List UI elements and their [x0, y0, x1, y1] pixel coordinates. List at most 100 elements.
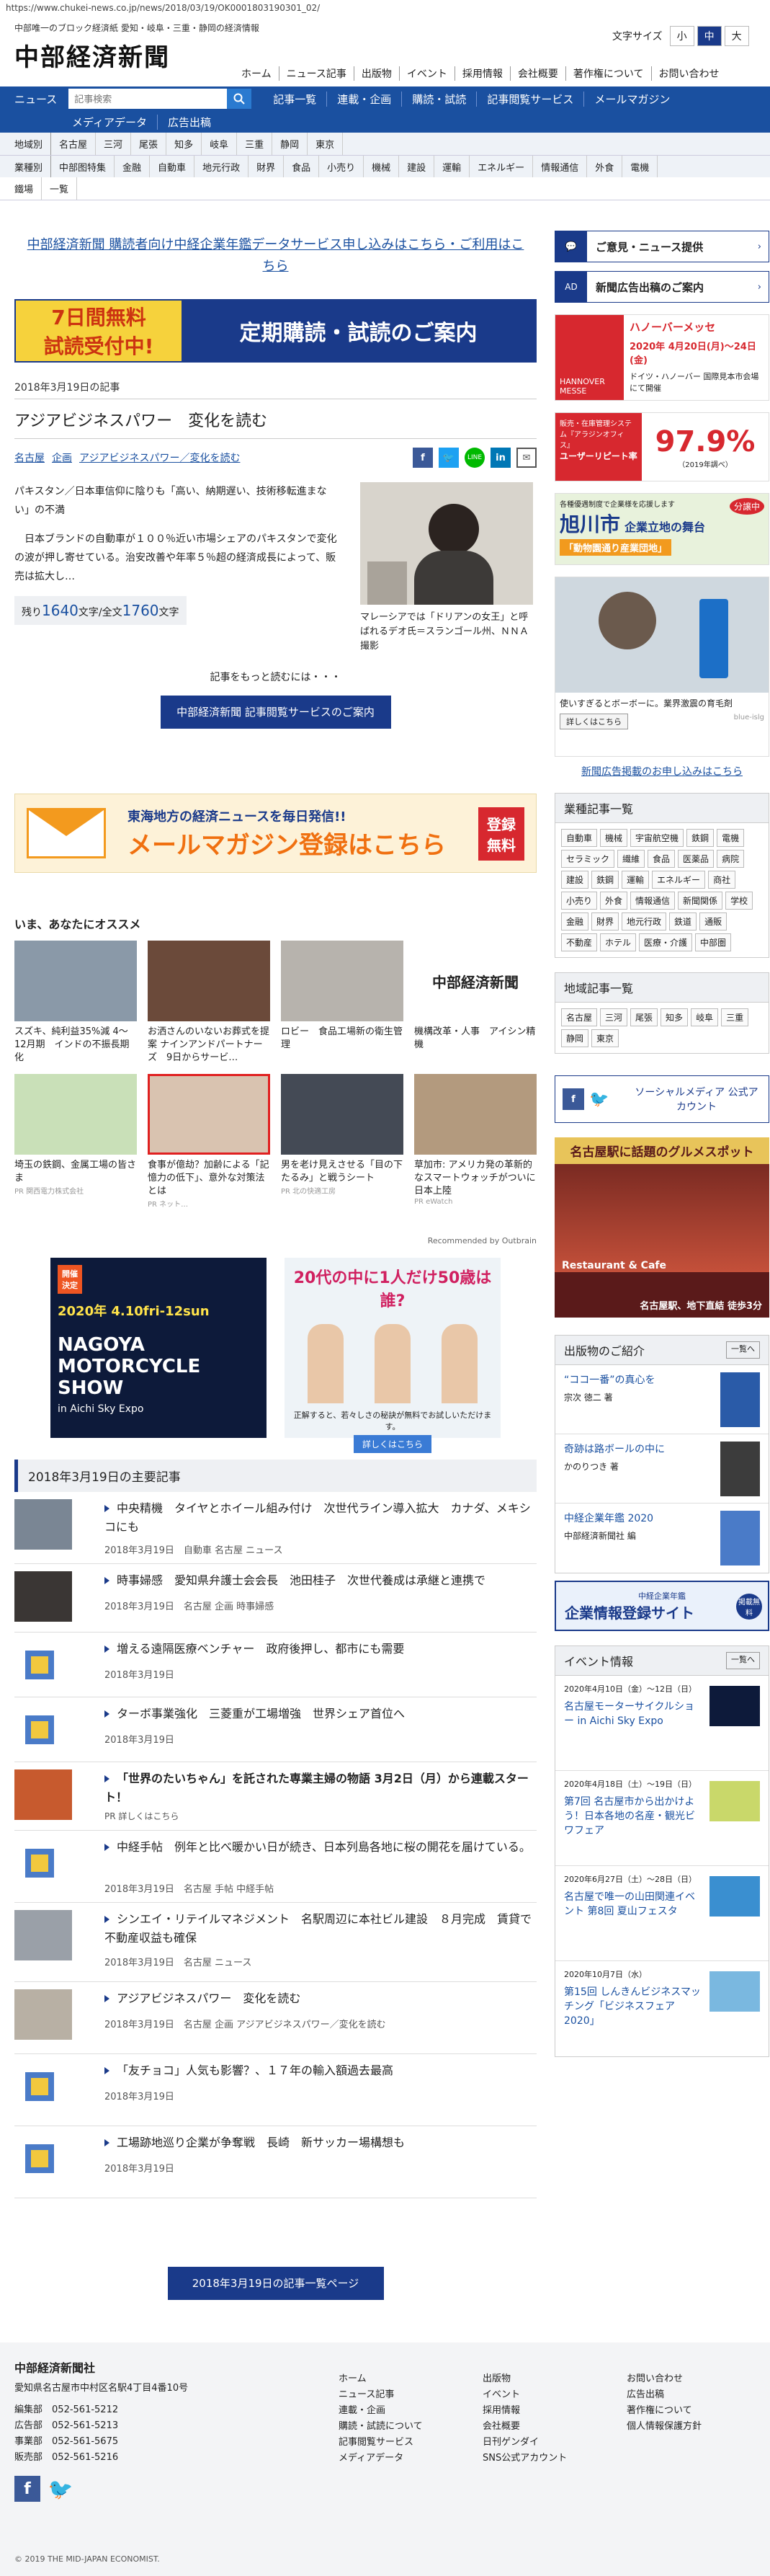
footer-link[interactable]: イベント	[483, 2387, 567, 2403]
region-item[interactable]: 知多	[166, 133, 202, 155]
daily-list-button[interactable]: 2018年3月19日の記事一覧ページ	[167, 2267, 384, 2300]
line-icon[interactable]: LINE	[465, 448, 485, 468]
recommend-item[interactable]: 男を老け見えさせる「目の下たるみ」と戦うシート PR 北の快適工房	[281, 1074, 403, 1196]
recommend-item[interactable]: 埼玉の鉄鋼、金属工場の皆さま PR 関西電力株式会社	[14, 1074, 137, 1196]
font-size-large[interactable]: 大	[724, 26, 749, 46]
news-row[interactable]: 「友チョコ」人気も影響？、１７年の輸入額過去最高 2018年3月19日	[14, 2054, 537, 2126]
industry-chip[interactable]: 電機	[717, 829, 745, 847]
recommend-item[interactable]: 食事が億劫？加齢による「記憶力の低下」、意外な対策法とは PR ネット…	[148, 1074, 270, 1209]
region-chip[interactable]: 東京	[591, 1029, 619, 1047]
region-chip[interactable]: 静岡	[561, 1029, 589, 1047]
mail-icon[interactable]: ✉	[516, 448, 537, 468]
socks-ad[interactable]: 20代の中に1人だけ50歳は誰? 正解すると、若々しさの秘訣が無料でお試しいただ…	[285, 1258, 501, 1453]
opinion-link[interactable]: 💬 ご意見・ニュース提供 ›	[555, 231, 769, 262]
footer-link[interactable]: ニュース記事	[339, 2387, 423, 2403]
news-row[interactable]: シンエイ・リテイルマネジメント 名駅周辺に本社ビル建設 ８月完成 賃貸で不動産収…	[14, 1903, 537, 1982]
industry-chip[interactable]: 商社	[708, 871, 736, 889]
industry-chip[interactable]: 鉄鋼	[591, 871, 619, 889]
footer-link[interactable]: 日刊ゲンダイ	[483, 2435, 567, 2451]
industry-item[interactable]: 建設	[399, 156, 435, 178]
footer-link[interactable]: SNS公式アカウント	[483, 2451, 567, 2466]
footer-link[interactable]: お問い合わせ	[627, 2371, 702, 2387]
hair-ad[interactable]: 使いすぎるとボーボーに。業界激震の育毛剤 詳しくはこちら blue-islg	[555, 577, 769, 757]
industry-chip[interactable]: 機械	[600, 829, 628, 847]
recommend-item[interactable]: お洒さんのいないお葬式を提案 ナインアンドパートナーズ 9日からサービ…	[148, 941, 270, 1065]
region-item[interactable]: 岐阜	[202, 133, 238, 155]
region-item[interactable]: 静岡	[272, 133, 308, 155]
news-label[interactable]: ニュース	[14, 92, 57, 107]
footer-link[interactable]: 採用情報	[483, 2403, 567, 2419]
industry-chip[interactable]: 中部圏	[695, 933, 732, 951]
bar-item-media-data[interactable]: メディアデータ	[62, 114, 158, 130]
event-item[interactable]: 2020年4月18日（土）～19日（日） 第7回 名古屋市から出かけよう！日本各…	[555, 1771, 769, 1866]
industry-item[interactable]: 情報通信	[533, 156, 588, 178]
industry-item[interactable]: 財界	[249, 156, 285, 178]
news-row[interactable]: 工場跡地巡り企業が争奪戦 長崎 新サッカー場構想も 2018年3月19日	[14, 2126, 537, 2198]
recommend-item[interactable]: 草加市: アメリカ発の革新的なスマートウォッチがついに日本上陸 PR eWatc…	[414, 1074, 537, 1206]
industry-chip[interactable]: エネルギー	[652, 871, 706, 889]
industry-chip[interactable]: 病院	[717, 850, 745, 868]
region-chip[interactable]: 尾張	[630, 1008, 658, 1026]
linkedin-icon[interactable]: in	[491, 448, 511, 468]
bar-item-subscribe[interactable]: 購読・試読	[402, 91, 478, 107]
industry-chip[interactable]: 鉄鋼	[686, 829, 715, 847]
gourmet-ad[interactable]: 名古屋駅に話題のグルメスポット Restaurant & Cafe 名古屋駅、地…	[555, 1137, 769, 1318]
industry-item[interactable]: 小売り	[319, 156, 364, 178]
industry-item[interactable]: 食品	[284, 156, 320, 178]
industry-chip[interactable]: 小売り	[561, 892, 598, 910]
industry-chip[interactable]: 金融	[561, 912, 589, 931]
company-info-site-banner[interactable]: 中経企業年鑑 企業情報登録サイト 掲載無料	[555, 1581, 769, 1631]
industry-chip[interactable]: 建設	[561, 871, 589, 889]
bar-item-mail-magazine[interactable]: メールマガジン	[584, 92, 680, 107]
article-service-button[interactable]: 中部経済新聞 記事閲覧サービスのご案内	[160, 696, 391, 729]
social-accounts[interactable]: f 🐦 ソーシャルメディア 公式アカウント	[555, 1075, 769, 1123]
region-item[interactable]: 名古屋	[51, 133, 97, 155]
industry-item[interactable]: 電機	[622, 156, 658, 178]
footer-link[interactable]: 購読・試読について	[339, 2419, 423, 2435]
footer-link[interactable]: 広告出稿	[627, 2387, 702, 2403]
industry-chip[interactable]: セラミック	[561, 850, 615, 868]
industry-item[interactable]: 機械	[364, 156, 400, 178]
bar-item-article-list[interactable]: 記事一覧	[263, 91, 328, 107]
news-row[interactable]: 中央精機 タイヤとホイール組み付け 次世代ライン導入拡大 カナダ、メキシコにも …	[14, 1492, 537, 1564]
nav-company[interactable]: 会社概要	[511, 66, 566, 81]
subscription-banner[interactable]: 7日間無料 試読受付中! 定期購読・試読のご案内	[14, 299, 537, 363]
footer-link[interactable]: ホーム	[339, 2371, 423, 2387]
industry-chip[interactable]: 情報通信	[630, 892, 676, 910]
mail-magazine-banner[interactable]: 東海地方の経済ニュースを毎日発信!! メールマガジン登録はこちら 登録 無料	[14, 794, 537, 873]
news-row[interactable]: 時事婦感 愛知県弁護士会会長 池田桂子 次世代養成は承継と連携で 2018年3月…	[14, 1564, 537, 1633]
industry-item[interactable]: 外食	[587, 156, 623, 178]
industry-chip[interactable]: 鉄道	[669, 912, 697, 931]
url-bar[interactable]: https://www.chukei-news.co.jp/news/2018/…	[0, 0, 770, 17]
news-row[interactable]: 増える遠隔医療ベンチャー 政府後押し、都市にも需要 2018年3月19日	[14, 1633, 537, 1697]
publication-item[interactable]: 奇跡は路ボールの中に かのりつき 著	[555, 1434, 769, 1504]
twitter-icon[interactable]: 🐦	[439, 448, 459, 468]
industry-chip[interactable]: 新聞関係	[678, 892, 723, 910]
publication-item[interactable]: “ココ一番”の真心を 宗次 徳二 著	[555, 1365, 769, 1434]
industry-item[interactable]: 鐵場	[0, 177, 42, 200]
region-item[interactable]: 三河	[96, 133, 132, 155]
facebook-icon[interactable]: f	[14, 2476, 40, 2502]
event-item[interactable]: 2020年10月7日（水） 第15回 しんきんビジネスマッチング「ビジネスフェア…	[555, 1961, 769, 2056]
footer-link[interactable]: 記事閲覧サービス	[339, 2435, 423, 2451]
news-row[interactable]: アジアビジネスパワー 変化を読む 2018年3月19日 名古屋 企画 アジアビジ…	[14, 1982, 537, 2054]
nav-publications[interactable]: 出版物	[354, 66, 400, 81]
nav-contact[interactable]: お問い合わせ	[652, 66, 727, 81]
nav-recruit[interactable]: 採用情報	[455, 66, 511, 81]
industry-chip[interactable]: 繊維	[617, 850, 645, 868]
footer-link[interactable]: 著作権について	[627, 2403, 702, 2419]
region-chip[interactable]: 三河	[600, 1008, 628, 1026]
nav-home[interactable]: ホーム	[234, 66, 279, 81]
industry-chip[interactable]: ホテル	[600, 933, 637, 951]
industry-item[interactable]: 運輸	[434, 156, 470, 178]
news-row[interactable]: 中経手帖 例年と比べ暖かい日が続き、日本列島各地に桜の開花を届けている。 201…	[14, 1831, 537, 1903]
industry-chip[interactable]: 宇宙航空機	[630, 829, 684, 847]
region-chip[interactable]: 知多	[661, 1008, 689, 1026]
article-tag[interactable]: 企画	[52, 450, 72, 465]
region-chip[interactable]: 名古屋	[561, 1008, 598, 1026]
twitter-icon[interactable]: 🐦	[48, 2476, 73, 2502]
industry-item[interactable]: 地元行政	[194, 156, 249, 178]
publication-item[interactable]: 中経企業年鑑 2020 中部経済新聞社 編	[555, 1504, 769, 1573]
industry-chip[interactable]: 財界	[591, 912, 619, 931]
promo-link[interactable]: 中部経済新聞 購読者向け中経企業年鑑データサービス申し込みはこちら・ご利用はこち…	[14, 234, 537, 277]
